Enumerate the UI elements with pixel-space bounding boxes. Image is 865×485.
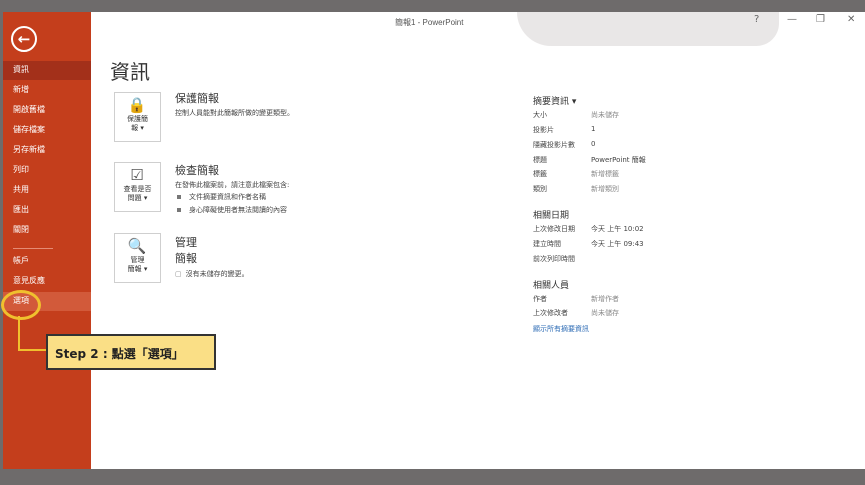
protect-presentation-button[interactable]: 🔒 保護簡報 ▾ — [114, 92, 161, 142]
document-icon: ▢ — [175, 270, 182, 278]
people-header: 相關人員 — [533, 281, 570, 291]
protect-description: 控制人員能對此簡報所做的變更類型。 — [175, 109, 294, 117]
sidebar-item-label: 列印 — [13, 165, 29, 174]
property-value[interactable]: 新增作者 — [591, 294, 619, 304]
sidebar-item-save[interactable]: 儲存檔案 — [3, 121, 91, 140]
sidebar-item-label: 匯出 — [13, 205, 29, 214]
sidebar-item-label: 另存新檔 — [13, 145, 45, 154]
list-item-text: 文件摘要資訊和作者名稱 — [189, 193, 266, 201]
sidebar-item-label: 關閉 — [13, 225, 29, 234]
close-button[interactable]: ✕ — [847, 14, 855, 25]
sidebar-item-close[interactable]: 關閉 — [3, 221, 91, 240]
show-all-properties-link[interactable]: 顯示所有摘要資訊 — [533, 324, 589, 334]
button-label-line: 問題 ▾ — [127, 194, 148, 202]
window-title: 簡報1 - PowerPoint — [395, 18, 464, 27]
button-label-line: 保護簡 — [127, 115, 148, 123]
property-value: 尚未儲存 — [591, 111, 619, 119]
property-value[interactable]: 新增類別 — [591, 184, 619, 194]
sidebar-item-open[interactable]: 開啟舊檔 — [3, 101, 91, 120]
list-item-text: 身心障礙使用者無法閱讀的內容 — [189, 206, 287, 214]
step-callout-text: Step 2 : 點選「選項」 — [55, 347, 184, 361]
button-label-line: 管理 — [130, 256, 145, 264]
property-value: 今天 上午 10:02 — [591, 225, 644, 233]
property-value[interactable]: PowerPoint 簡報 — [591, 155, 646, 165]
manage-description-text: 沒有未儲存的變更。 — [185, 270, 249, 278]
dates-header: 相關日期 — [533, 211, 570, 221]
powerpoint-window: ← 資訊 新增 開啟舊檔 儲存檔案 另存新檔 列印 共用 匯出 關閉 帳戶 意見… — [3, 12, 865, 469]
sidebar-item-new[interactable]: 新增 — [3, 81, 91, 100]
bottom-band — [0, 469, 865, 485]
sidebar-item-label: 共用 — [13, 185, 29, 194]
page-title: 資訊 — [110, 60, 150, 84]
backstage-sidebar: ← 資訊 新增 開啟舊檔 儲存檔案 另存新檔 列印 共用 匯出 關閉 帳戶 意見… — [3, 12, 91, 469]
sidebar-item-info[interactable]: 資訊 — [3, 61, 91, 80]
check-issues-button[interactable]: ☑ 查看是否 問題 ▾ — [114, 162, 161, 212]
inspect-document-icon: ☑ — [130, 166, 144, 184]
bullet-icon — [177, 208, 181, 212]
property-key: 類別 — [533, 185, 547, 193]
property-key: 作者 — [533, 295, 547, 303]
manage-title: 管理 — [175, 236, 197, 249]
property-value: 0 — [591, 140, 596, 148]
property-key: 大小 — [533, 111, 547, 119]
protect-title: 保護簡報 — [175, 92, 219, 105]
inspect-title: 檢查簡報 — [175, 164, 219, 177]
property-key: 標題 — [533, 156, 547, 164]
button-label-line: 查看是否 — [123, 185, 152, 193]
properties-header[interactable]: 摘要資訊 ▾ — [533, 94, 576, 107]
manage-description: ▢ 沒有未儲存的變更。 — [175, 269, 249, 279]
restore-button[interactable]: ❐ — [816, 14, 825, 25]
sidebar-item-feedback[interactable]: 意見反應 — [3, 272, 91, 291]
property-value: 今天 上午 09:43 — [591, 240, 644, 248]
highlight-circle — [1, 290, 41, 320]
sidebar-divider — [13, 248, 53, 249]
sidebar-item-label: 新增 — [13, 85, 29, 94]
manage-document-icon: 🔍 — [127, 237, 147, 255]
property-value: 1 — [591, 125, 596, 133]
callout-line — [18, 349, 46, 351]
callout-line — [18, 316, 20, 351]
property-key: 隱藏投影片數 — [533, 141, 575, 149]
property-key: 上次修改者 — [533, 309, 568, 317]
help-button[interactable]: ? — [754, 14, 759, 25]
manage-title: 簡報 — [175, 252, 197, 265]
sidebar-item-share[interactable]: 共用 — [3, 181, 91, 200]
title-bar-decoration — [517, 12, 779, 46]
property-key: 上次修改日期 — [533, 225, 575, 233]
minimize-button[interactable]: — — [787, 14, 797, 25]
property-key: 前次列印時間 — [533, 255, 575, 263]
sidebar-item-label: 儲存檔案 — [13, 125, 45, 134]
sidebar-item-label: 帳戶 — [13, 256, 29, 265]
sidebar-item-export[interactable]: 匯出 — [3, 201, 91, 220]
back-arrow-icon[interactable]: ← — [11, 26, 37, 52]
property-key: 投影片 — [533, 126, 554, 134]
sidebar-item-label: 意見反應 — [13, 276, 45, 285]
step-callout: Step 2 : 點選「選項」 — [46, 334, 216, 370]
sidebar-item-label: 資訊 — [13, 65, 29, 74]
property-value[interactable]: 新增標籤 — [591, 169, 619, 179]
list-item: 身心障礙使用者無法閱讀的內容 — [177, 205, 287, 215]
sidebar-item-label: 開啟舊檔 — [13, 105, 45, 114]
bullet-icon — [177, 195, 181, 199]
button-label-line: 報 ▾ — [131, 124, 144, 132]
list-item: 文件摘要資訊和作者名稱 — [177, 192, 266, 202]
manage-presentation-button[interactable]: 🔍 管理 簡報 ▾ — [114, 233, 161, 283]
sidebar-item-save-as[interactable]: 另存新檔 — [3, 141, 91, 160]
property-value: 尚未儲存 — [591, 309, 619, 317]
inspect-description: 在發佈此檔案前，請注意此檔案包含: — [175, 181, 290, 189]
sidebar-item-account[interactable]: 帳戶 — [3, 252, 91, 271]
property-key: 建立時間 — [533, 240, 561, 248]
title-bar: 簡報1 - PowerPoint ? — ❐ ✕ — [91, 12, 865, 46]
property-key: 標籤 — [533, 170, 547, 178]
sidebar-item-print[interactable]: 列印 — [3, 161, 91, 180]
lock-icon: 🔒 — [127, 96, 147, 114]
button-label-line: 簡報 ▾ — [127, 265, 148, 273]
